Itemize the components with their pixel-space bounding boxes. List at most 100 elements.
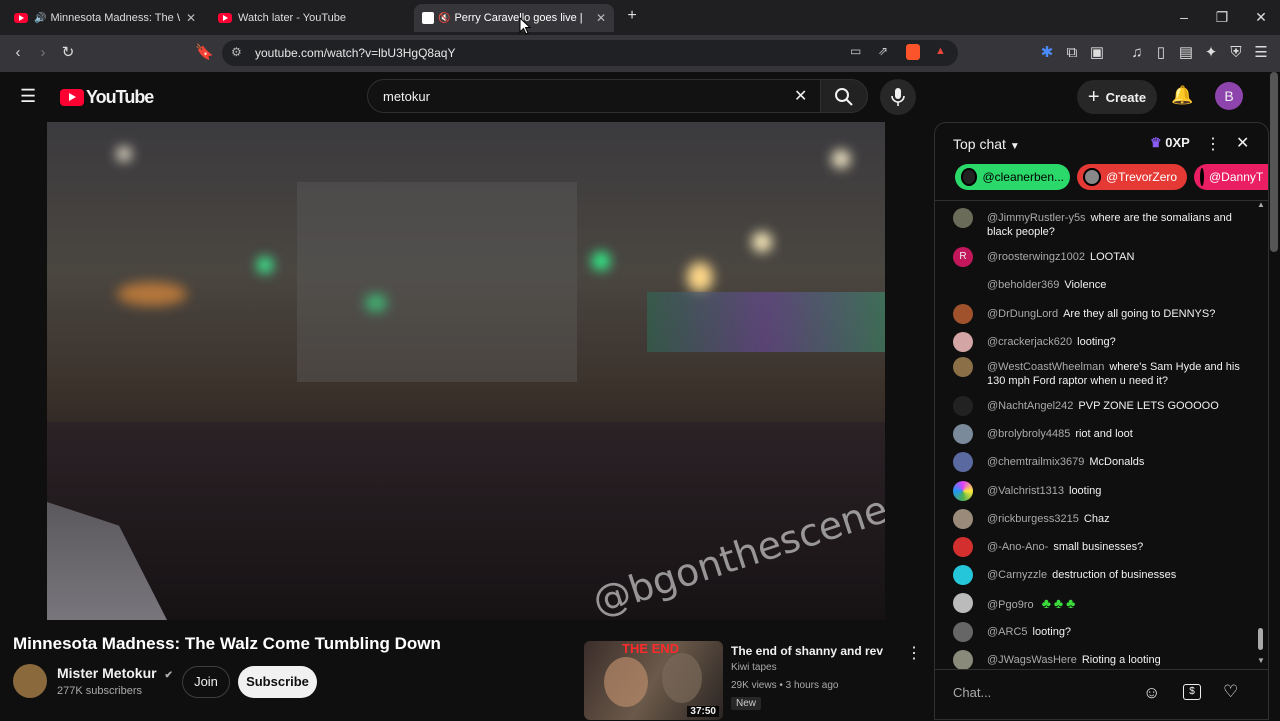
heart-icon[interactable]: ♡ xyxy=(1223,682,1238,702)
search-button[interactable] xyxy=(820,79,868,113)
chat-author[interactable]: @crackerjack620 xyxy=(987,336,1072,348)
chat-avatar[interactable] xyxy=(953,452,973,472)
join-button[interactable]: Join xyxy=(182,666,230,698)
forward-icon[interactable]: › xyxy=(34,44,52,62)
chat-avatar[interactable] xyxy=(953,208,973,228)
vpn-icon[interactable]: ⛨ xyxy=(1227,44,1245,62)
tab-minnesota-madness[interactable]: 🔊 Minnesota Madness: The Wal ✕ xyxy=(6,4,204,32)
screenshot-icon[interactable]: ▣ xyxy=(1088,44,1106,62)
chat-input[interactable]: Chat... xyxy=(953,685,991,700)
bookmark-icon[interactable]: 🔖 xyxy=(195,44,214,62)
chat-author[interactable]: @ARC5 xyxy=(987,626,1028,638)
emoji-icon[interactable]: ☺ xyxy=(1143,683,1160,703)
tab-perry-caravello[interactable]: 🔇 Perry Caravello goes live | Pat ✕ xyxy=(414,4,614,32)
chat-author[interactable]: @WestCoastWheelman xyxy=(987,361,1104,373)
reload-icon[interactable]: ↻ xyxy=(59,44,77,62)
maximize-icon[interactable]: ❐ xyxy=(1214,9,1230,26)
extension-icon[interactable]: ✱ xyxy=(1038,44,1056,62)
chat-avatar[interactable] xyxy=(953,593,973,613)
chat-avatar[interactable] xyxy=(953,275,973,295)
chat-messages: @JimmyRustler-y5s where are the somalians… xyxy=(935,203,1255,671)
scroll-down-icon[interactable]: ▼ xyxy=(1257,656,1265,665)
chat-avatar[interactable] xyxy=(953,565,973,585)
chat-text: LOOTAN xyxy=(1090,251,1135,263)
recommendation-thumbnail[interactable]: THE END 37:50 xyxy=(584,641,723,720)
channel-name[interactable]: Mister Metokur ✔ xyxy=(57,665,173,681)
voice-search-button[interactable] xyxy=(880,79,916,115)
chat-text: Rioting a looting xyxy=(1081,654,1161,666)
top-chat-dropdown[interactable]: Top chat ▼ xyxy=(953,136,1020,152)
hamburger-menu-icon[interactable]: ☰ xyxy=(20,86,36,107)
pinned-chip-trevorzero[interactable]: @TrevorZero xyxy=(1077,164,1187,190)
minimize-icon[interactable]: – xyxy=(1176,9,1192,25)
share-icon[interactable]: ⇗ xyxy=(878,44,888,58)
chat-avatar[interactable] xyxy=(953,622,973,642)
chat-author[interactable]: @beholder369 xyxy=(987,279,1059,291)
page-scrollbar-thumb[interactable] xyxy=(1270,72,1278,252)
chat-avatar[interactable] xyxy=(953,424,973,444)
wallet-icon[interactable]: ▤ xyxy=(1177,44,1195,62)
brave-rewards-icon[interactable]: ▲ xyxy=(935,45,946,57)
pinned-chip-cleanerben[interactable]: @cleanerben... xyxy=(955,164,1070,190)
chat-author[interactable]: @roosterwingz1002 xyxy=(987,251,1085,263)
recommendation-title[interactable]: The end of shanny and rev xyxy=(731,644,883,658)
chat-avatar[interactable] xyxy=(953,481,973,501)
leo-ai-icon[interactable]: ✦ xyxy=(1202,44,1220,62)
chat-author[interactable]: @Valchrist1313 xyxy=(987,485,1064,497)
chat-avatar[interactable] xyxy=(953,537,973,557)
puzzle-icon[interactable]: ⧉ xyxy=(1063,44,1081,62)
chat-author[interactable]: @JimmyRustler-y5s xyxy=(987,212,1086,224)
chat-avatar[interactable]: R xyxy=(953,247,973,267)
chat-avatar[interactable] xyxy=(953,509,973,529)
more-options-icon[interactable]: ⋮ xyxy=(906,643,922,663)
close-tab-icon[interactable]: ✕ xyxy=(596,11,606,25)
chip-label: @TrevorZero xyxy=(1106,170,1178,184)
close-chat-icon[interactable]: ✕ xyxy=(1236,133,1249,153)
chat-message: @Carnyzzle destruction of businesses xyxy=(953,565,1253,585)
chat-author[interactable]: @rickburgess3215 xyxy=(987,513,1079,525)
create-button[interactable]: + Create xyxy=(1077,80,1157,114)
scroll-up-icon[interactable]: ▲ xyxy=(1257,200,1265,209)
super-chat-icon[interactable]: $ xyxy=(1183,684,1201,700)
site-info-icon[interactable]: ⚙ xyxy=(231,45,242,59)
youtube-logo[interactable]: YouTube xyxy=(60,87,154,108)
video-player[interactable]: @bgonthescene xyxy=(47,122,885,620)
back-icon[interactable]: ‹ xyxy=(9,44,27,62)
clear-search-icon[interactable]: ✕ xyxy=(794,86,807,106)
chat-avatar[interactable] xyxy=(953,396,973,416)
media-icon[interactable]: ♫ xyxy=(1128,44,1146,62)
cast-icon[interactable]: ▭ xyxy=(850,44,861,58)
chat-author[interactable]: @chemtrailmix3679 xyxy=(987,456,1084,468)
chat-scrollbar[interactable]: ▲ ▼ xyxy=(1256,200,1266,668)
close-window-icon[interactable]: ✕ xyxy=(1253,9,1269,26)
address-bar[interactable]: ⚙ youtube.com/watch?v=lbU3HgQ8aqY ▭ ⇗ ▲ xyxy=(222,40,958,66)
pinned-chip-dannyt[interactable]: @DannyT xyxy=(1194,164,1268,190)
chat-message: @ARC5 looting? xyxy=(953,622,1253,642)
chat-author[interactable]: @Pgo9ro xyxy=(987,599,1034,611)
recommendation-channel[interactable]: Kiwi tapes xyxy=(731,662,777,673)
chat-avatar[interactable] xyxy=(953,332,973,352)
chat-author[interactable]: @Carnyzzle xyxy=(987,569,1047,581)
xp-badge[interactable]: ♛ 0XP xyxy=(1150,135,1190,151)
chat-avatar[interactable] xyxy=(953,304,973,324)
chat-author[interactable]: @-Ano-Ano- xyxy=(987,541,1048,553)
brave-shields-icon[interactable] xyxy=(906,44,920,60)
chat-author[interactable]: @DrDungLord xyxy=(987,308,1058,320)
notifications-bell-icon[interactable]: 🔔 xyxy=(1171,85,1193,106)
chat-author[interactable]: @JWagsWasHere xyxy=(987,654,1077,666)
menu-icon[interactable]: ☰ xyxy=(1252,44,1270,62)
chat-author[interactable]: @NachtAngel242 xyxy=(987,400,1073,412)
chat-avatar[interactable] xyxy=(953,650,973,670)
new-tab-icon[interactable]: + xyxy=(624,7,640,25)
scrollbar-thumb[interactable] xyxy=(1258,628,1263,650)
subscribe-button[interactable]: Subscribe xyxy=(238,666,317,698)
tab-watch-later[interactable]: Watch later - YouTube xyxy=(210,4,408,32)
chat-more-icon[interactable]: ⋮ xyxy=(1205,134,1221,154)
account-avatar[interactable]: B xyxy=(1215,82,1243,110)
sidebar-icon[interactable]: ▯ xyxy=(1152,44,1170,62)
chat-author[interactable]: @brolybroly4485 xyxy=(987,428,1070,440)
close-tab-icon[interactable]: ✕ xyxy=(186,11,196,25)
search-input[interactable]: metokur ✕ xyxy=(367,79,821,113)
channel-avatar[interactable] xyxy=(13,664,47,698)
chat-avatar[interactable] xyxy=(953,357,973,377)
